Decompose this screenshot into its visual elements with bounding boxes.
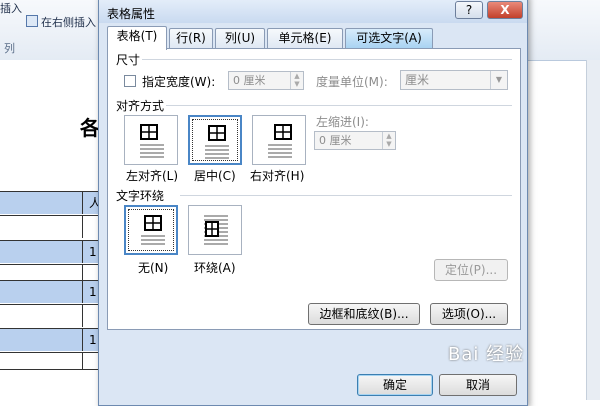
table-border bbox=[0, 369, 98, 370]
watermark-logo: Bai 经验 bbox=[448, 344, 525, 365]
section-divider bbox=[180, 195, 512, 196]
wrap-around-option[interactable] bbox=[188, 205, 242, 255]
wrap-none-icon bbox=[141, 215, 165, 245]
table-cell[interactable] bbox=[82, 305, 98, 327]
vertical-scrollbar[interactable] bbox=[586, 60, 600, 400]
preferred-width-label: 指定宽度(W): bbox=[142, 75, 216, 89]
measure-in-label: 度量单位(M): bbox=[316, 75, 388, 89]
tab-cell-label: 单元格(E) bbox=[278, 31, 332, 45]
insert-right-label: 在右侧插入 bbox=[41, 16, 96, 29]
positioning-button-label: 定位(P)... bbox=[444, 263, 498, 277]
cancel-button-label: 取消 bbox=[465, 378, 490, 392]
help-button[interactable]: ? bbox=[455, 1, 483, 19]
insert-right-button[interactable]: 在右侧插入 bbox=[26, 14, 96, 30]
question-mark-icon: ? bbox=[465, 3, 473, 17]
chevron-down-icon[interactable]: ▼ bbox=[490, 71, 507, 89]
align-right-option[interactable] bbox=[252, 115, 306, 165]
section-divider bbox=[142, 59, 512, 60]
tab-table[interactable]: 表格(T) bbox=[107, 26, 167, 50]
spinner-arrows-icon[interactable]: ▲ ▼ bbox=[382, 132, 395, 149]
cancel-button[interactable]: 取消 bbox=[439, 374, 517, 396]
align-right-label: 右对齐(H) bbox=[250, 169, 305, 183]
section-divider bbox=[166, 105, 512, 106]
tab-table-label: 表格(T) bbox=[116, 29, 158, 43]
close-button[interactable]: X bbox=[487, 1, 523, 19]
table-cell[interactable]: 1 bbox=[82, 241, 98, 263]
wrap-none-option[interactable] bbox=[124, 205, 178, 255]
close-icon: X bbox=[500, 3, 510, 17]
dialog-title: 表格属性 bbox=[107, 7, 156, 21]
tab-row[interactable]: 行(R) bbox=[169, 28, 213, 48]
ok-button[interactable]: 确定 bbox=[357, 374, 433, 396]
table-cell[interactable]: 1 bbox=[82, 329, 98, 351]
positioning-button[interactable]: 定位(P)... bbox=[434, 259, 508, 281]
wrap-around-label: 环绕(A) bbox=[194, 261, 236, 275]
alignment-section-label: 对齐方式 bbox=[116, 99, 165, 113]
document-title-fragment: 各 bbox=[80, 116, 100, 140]
text-wrapping-section-label: 文字环绕 bbox=[116, 189, 165, 203]
table-cell[interactable]: 1 bbox=[82, 281, 98, 303]
align-center-option[interactable] bbox=[188, 115, 242, 165]
wrap-none-label: 无(N) bbox=[138, 261, 169, 275]
spinner-arrows-icon[interactable]: ▲ ▼ bbox=[290, 72, 303, 89]
ribbon-group-label: 列 bbox=[4, 42, 15, 55]
dialog-titlebar[interactable]: 表格属性 ? X bbox=[99, 0, 527, 23]
insert-column-right-icon bbox=[26, 15, 38, 27]
table-cell[interactable] bbox=[82, 216, 98, 238]
measure-in-select[interactable]: 厘米 ▼ bbox=[400, 70, 508, 90]
table-tab-panel: 尺寸 指定宽度(W): 0 厘米 ▲ ▼ 度量单位(M): 厘米 ▼ 对齐方式 左… bbox=[107, 48, 521, 330]
insert-left-button[interactable]: 插入 bbox=[0, 0, 22, 16]
options-button[interactable]: 选项(O)... bbox=[430, 303, 508, 325]
preferred-width-checkbox[interactable] bbox=[124, 75, 136, 87]
table-header-cell[interactable]: 人 bbox=[82, 192, 101, 214]
align-left-icon bbox=[140, 124, 164, 158]
tab-cell[interactable]: 单元格(E) bbox=[267, 28, 343, 48]
borders-and-shading-label: 边框和底纹(B)... bbox=[319, 307, 409, 321]
align-center-label: 居中(C) bbox=[194, 169, 236, 183]
table-cell[interactable] bbox=[82, 353, 98, 369]
wrap-around-icon bbox=[204, 215, 228, 245]
insert-left-label: 插入 bbox=[0, 2, 22, 15]
tab-alt-text-label: 可选文字(A) bbox=[356, 31, 422, 45]
align-center-icon bbox=[205, 125, 229, 159]
tab-alt-text[interactable]: 可选文字(A) bbox=[345, 28, 433, 48]
indent-from-left-spinner[interactable]: 0 厘米 ▲ ▼ bbox=[314, 131, 396, 150]
preferred-width-spinner[interactable]: 0 厘米 ▲ ▼ bbox=[228, 71, 304, 90]
ok-button-label: 确定 bbox=[382, 378, 407, 392]
ribbon-right-fragment bbox=[528, 0, 600, 61]
tab-row-label: 行(R) bbox=[176, 31, 206, 45]
indent-from-left-value: 0 厘米 bbox=[319, 134, 352, 147]
preferred-width-value: 0 厘米 bbox=[233, 74, 266, 87]
align-right-icon bbox=[268, 124, 292, 158]
options-button-label: 选项(O)... bbox=[441, 307, 497, 321]
measure-in-value: 厘米 bbox=[405, 73, 430, 87]
tab-column-label: 列(U) bbox=[224, 31, 256, 45]
align-left-option[interactable] bbox=[124, 115, 178, 165]
indent-from-left-label: 左缩进(I): bbox=[316, 115, 369, 129]
tab-column[interactable]: 列(U) bbox=[215, 28, 265, 48]
borders-and-shading-button[interactable]: 边框和底纹(B)... bbox=[308, 303, 420, 325]
size-section-label: 尺寸 bbox=[116, 53, 141, 67]
align-left-label: 左对齐(L) bbox=[126, 169, 179, 183]
